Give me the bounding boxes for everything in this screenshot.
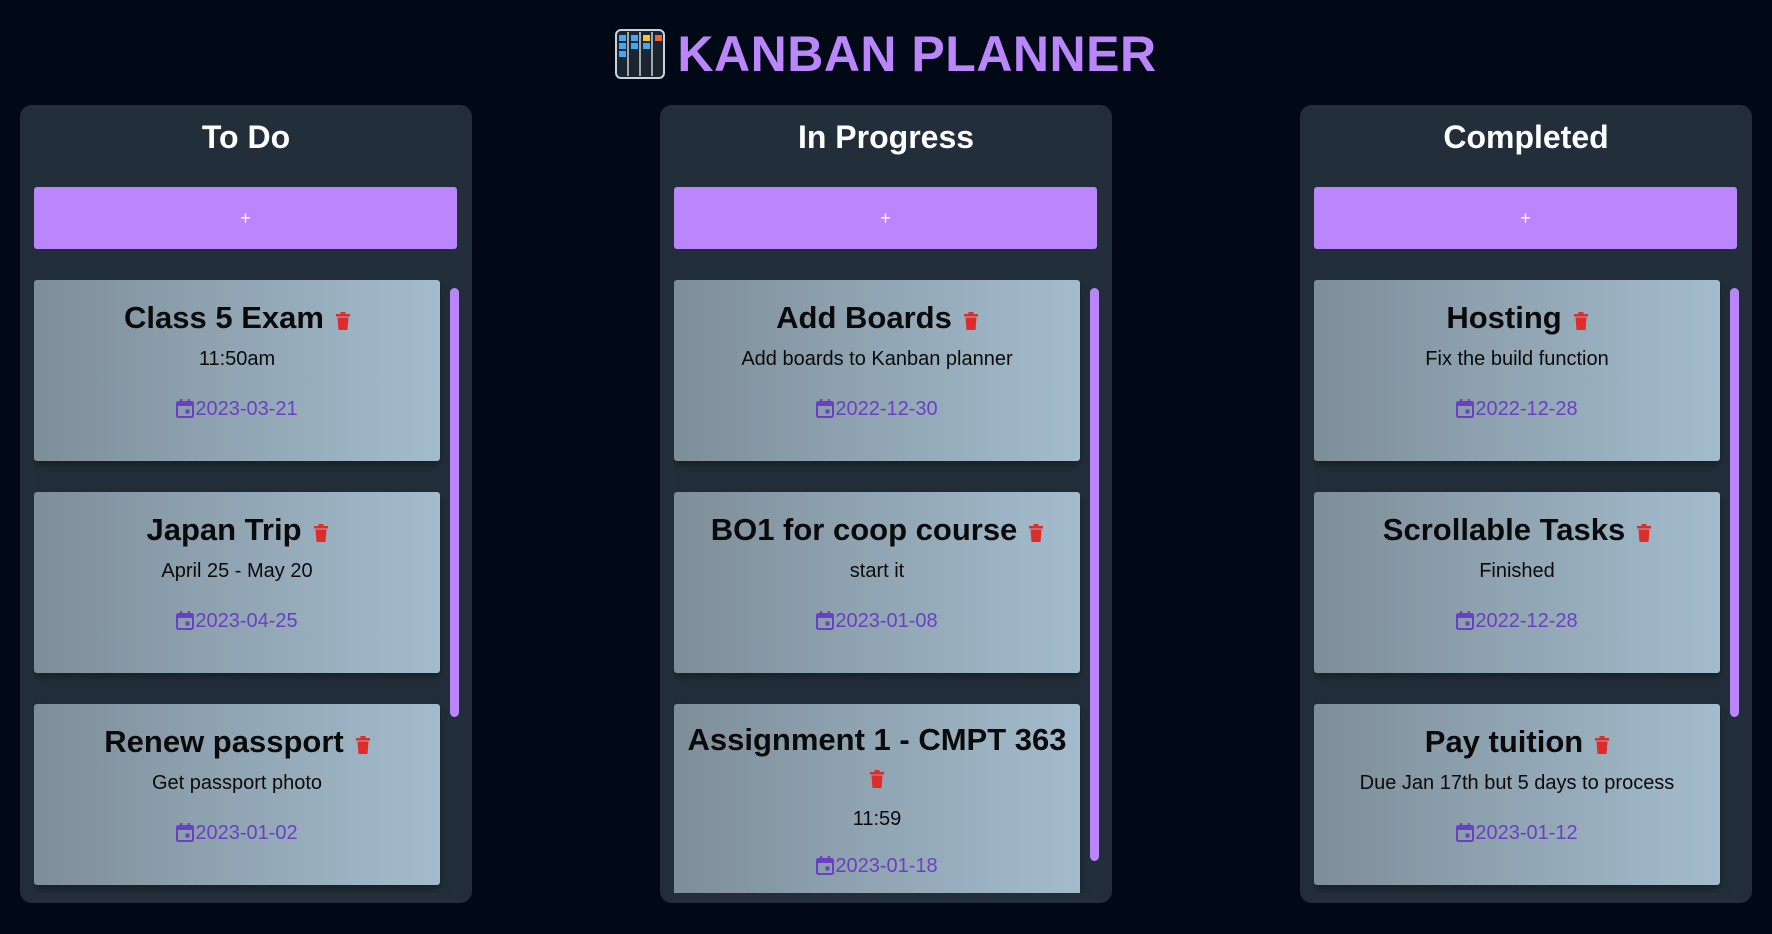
column-title: In Progress — [797, 119, 975, 155]
trash-icon[interactable] — [355, 736, 370, 754]
calendar-icon — [816, 611, 835, 630]
card-date: 2023-03-21 — [195, 398, 298, 420]
task-card[interactable]: Japan Trip April 25 - May 20 2023-04-25 — [34, 492, 440, 673]
card-title: Renew passport — [104, 724, 344, 759]
trash-icon[interactable] — [963, 312, 978, 330]
trash-icon[interactable] — [335, 312, 350, 330]
card-title: Hosting — [1446, 300, 1562, 335]
app-title: KANBAN PLANNER — [677, 26, 1157, 82]
card-description: 11:59 — [852, 808, 902, 830]
card-description: Get passport photo — [151, 772, 323, 794]
trash-icon[interactable] — [1595, 736, 1610, 754]
card-list[interactable]: Add Boards Add boards to Kanban planner … — [674, 280, 1099, 893]
card-title: Scrollable Tasks — [1382, 512, 1626, 547]
card-date: 2023-01-08 — [835, 610, 938, 632]
app-header: KANBAN PLANNER — [0, 24, 1772, 84]
task-card[interactable]: Class 5 Exam 11:50am 2023-03-21 — [34, 280, 440, 461]
add-task-button[interactable]: + — [674, 187, 1097, 249]
column-title: To Do — [201, 119, 291, 155]
task-card[interactable]: Pay tuition Due Jan 17th but 5 days to p… — [1314, 704, 1720, 885]
column-in-progress: In Progress + Add Boards Add boards to K… — [660, 105, 1112, 903]
trash-icon[interactable] — [1029, 524, 1044, 542]
add-task-button[interactable]: + — [34, 187, 457, 249]
calendar-icon — [1456, 399, 1475, 418]
card-description: Due Jan 17th but 5 days to process — [1359, 772, 1675, 794]
task-card[interactable]: BO1 for coop course start it 2023-01-08 — [674, 492, 1080, 673]
trash-icon[interactable] — [1573, 312, 1588, 330]
card-date: 2022-12-30 — [835, 398, 938, 420]
card-title: Japan Trip — [146, 512, 302, 547]
task-card[interactable]: Assignment 1 - CMPT 363 11:59 2023-01-18 — [674, 704, 1080, 893]
task-card[interactable]: Hosting Fix the build function 2022-12-2… — [1314, 280, 1720, 461]
card-list[interactable]: Class 5 Exam 11:50am 2023-03-21 Japan Tr… — [34, 280, 459, 893]
calendar-icon — [176, 823, 195, 842]
card-description: Fix the build function — [1425, 348, 1609, 370]
column-title: Completed — [1443, 119, 1609, 155]
calendar-icon — [816, 399, 835, 418]
card-description: start it — [849, 560, 905, 582]
calendar-icon — [176, 611, 195, 630]
calendar-icon — [1456, 611, 1475, 630]
card-description: Finished — [1479, 560, 1555, 582]
calendar-icon — [1456, 823, 1475, 842]
card-list[interactable]: Hosting Fix the build function 2022-12-2… — [1314, 280, 1739, 893]
task-card[interactable]: Add Boards Add boards to Kanban planner … — [674, 280, 1080, 461]
trash-icon[interactable] — [870, 770, 884, 788]
trash-icon[interactable] — [1637, 524, 1652, 542]
calendar-icon — [816, 856, 835, 875]
task-card[interactable]: Renew passport Get passport photo 2023-0… — [34, 704, 440, 885]
column-todo: To Do + Class 5 Exam 11:50am 2023-03-21 … — [20, 105, 472, 903]
card-title: Assignment 1 - CMPT 363 — [687, 722, 1067, 757]
column-completed: Completed + Hosting Fix the build functi… — [1300, 105, 1752, 903]
scrollbar[interactable] — [1090, 288, 1099, 861]
scrollbar[interactable] — [1730, 288, 1739, 717]
task-card[interactable]: Scrollable Tasks Finished 2022-12-28 — [1314, 492, 1720, 673]
calendar-icon — [176, 399, 195, 418]
card-title: Add Boards — [776, 300, 952, 335]
scrollbar[interactable] — [450, 288, 459, 717]
card-date: 2023-01-18 — [835, 855, 938, 877]
card-date: 2023-01-02 — [195, 822, 298, 844]
card-description: Add boards to Kanban planner — [741, 348, 1013, 370]
card-title: Class 5 Exam — [124, 300, 324, 335]
trash-icon[interactable] — [313, 524, 328, 542]
card-title: Pay tuition — [1424, 724, 1584, 759]
card-date: 2023-04-25 — [195, 610, 298, 632]
card-description: 11:50am — [198, 348, 276, 370]
card-date: 2023-01-12 — [1475, 822, 1578, 844]
card-date: 2022-12-28 — [1475, 610, 1578, 632]
card-date: 2022-12-28 — [1475, 398, 1578, 420]
card-title: BO1 for coop course — [710, 512, 1018, 547]
kanban-board-icon — [615, 29, 666, 79]
add-task-button[interactable]: + — [1314, 187, 1737, 249]
card-description: April 25 - May 20 — [161, 560, 313, 582]
